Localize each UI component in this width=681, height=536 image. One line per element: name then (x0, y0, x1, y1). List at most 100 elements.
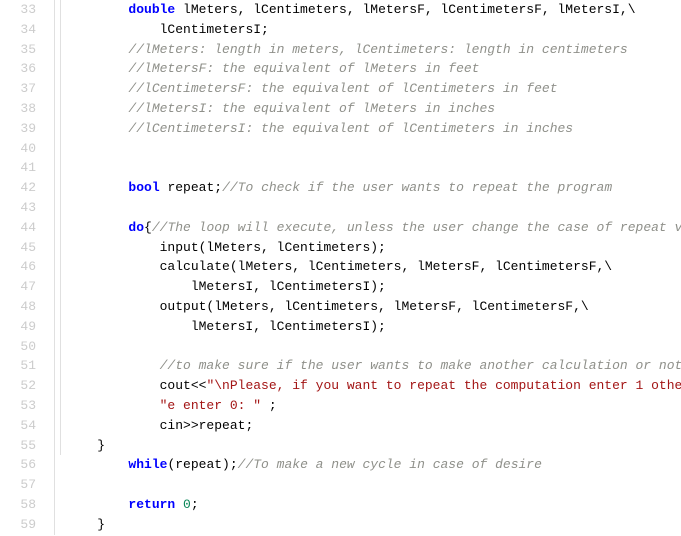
code-line[interactable]: bool repeat;//To check if the user wants… (66, 178, 681, 198)
token-ident: input(lMeters, lCentimeters); (160, 240, 386, 255)
token-comment: //to make sure if the user wants to make… (160, 358, 681, 373)
line-number: 47 (0, 277, 36, 297)
indent (66, 218, 128, 238)
token-comment: //To make a new cycle in case of desire (238, 457, 542, 472)
fold-guide-line (60, 0, 61, 455)
token-ident: cin>>repeat; (160, 418, 254, 433)
indent (66, 99, 128, 119)
indent (66, 178, 128, 198)
token-comment: //The loop will execute, unless the user… (152, 220, 681, 235)
line-number: 59 (0, 515, 36, 535)
token-kw: return (128, 497, 175, 512)
line-number: 57 (0, 475, 36, 495)
line-number: 54 (0, 416, 36, 436)
code-line[interactable]: //lMetersI: the equivalent of lMeters in… (66, 99, 681, 119)
line-number: 33 (0, 0, 36, 20)
token-ident: output(lMeters, lCentimeters, lMetersF, … (160, 299, 589, 314)
token-ident: lMeters, lCentimeters, lMetersF, lCentim… (175, 2, 635, 17)
token-ident: cout<< (160, 378, 207, 393)
token-ident (175, 497, 183, 512)
code-line[interactable]: return 0; (66, 495, 681, 515)
fold-guide-line (54, 0, 55, 535)
indent (66, 40, 128, 60)
code-line[interactable]: } (66, 436, 681, 456)
line-number: 41 (0, 158, 36, 178)
token-kw: do (128, 220, 144, 235)
indent (66, 495, 128, 515)
code-line[interactable]: //lMetersF: the equivalent of lMeters in… (66, 59, 681, 79)
token-comment: //lMetersI: the equivalent of lMeters in… (128, 101, 495, 116)
indent (66, 317, 191, 337)
line-number: 36 (0, 59, 36, 79)
token-num: 0 (183, 497, 191, 512)
indent (66, 59, 128, 79)
line-number-gutter: 3334353637383940414243444546474849505152… (0, 0, 48, 536)
indent (66, 0, 128, 20)
indent (66, 238, 160, 258)
line-number: 43 (0, 198, 36, 218)
code-line[interactable]: lCentimetersI; (66, 20, 681, 40)
token-ident: calculate(lMeters, lCentimeters, lMeters… (160, 259, 612, 274)
token-str: "\nPlease, if you want to repeat the com… (206, 378, 681, 393)
code-line[interactable]: do{//The loop will execute, unless the u… (66, 218, 681, 238)
indent (66, 416, 160, 436)
code-line[interactable] (66, 139, 681, 159)
line-number: 40 (0, 139, 36, 159)
token-punc: } (97, 517, 105, 532)
code-line[interactable]: //lMeters: length in meters, lCentimeter… (66, 40, 681, 60)
line-number: 49 (0, 317, 36, 337)
token-punc: ; (191, 497, 199, 512)
code-line[interactable]: calculate(lMeters, lCentimeters, lMeters… (66, 257, 681, 277)
code-line[interactable]: //lCentimetersI: the equivalent of lCent… (66, 119, 681, 139)
code-line[interactable] (66, 475, 681, 495)
indent (66, 396, 160, 416)
line-number: 53 (0, 396, 36, 416)
code-line[interactable] (66, 158, 681, 178)
token-comment: //lMetersF: the equivalent of lMeters in… (128, 61, 479, 76)
indent (66, 79, 128, 99)
code-line[interactable]: lMetersI, lCentimetersI); (66, 317, 681, 337)
line-number: 58 (0, 495, 36, 515)
line-number: 55 (0, 436, 36, 456)
line-number: 48 (0, 297, 36, 317)
token-comment: //lMeters: length in meters, lCentimeter… (128, 42, 627, 57)
code-line[interactable]: "e enter 0: " ; (66, 396, 681, 416)
code-line[interactable]: output(lMeters, lCentimeters, lMetersF, … (66, 297, 681, 317)
token-punc: { (144, 220, 152, 235)
indent (66, 297, 160, 317)
code-line[interactable]: while(repeat);//To make a new cycle in c… (66, 455, 681, 475)
code-line[interactable]: double lMeters, lCentimeters, lMetersF, … (66, 0, 681, 20)
code-line[interactable]: lMetersI, lCentimetersI); (66, 277, 681, 297)
code-line[interactable]: cin>>repeat; (66, 416, 681, 436)
token-punc: ; (261, 398, 277, 413)
line-number: 44 (0, 218, 36, 238)
indent (66, 436, 97, 456)
token-kw: double (128, 2, 175, 17)
indent (66, 257, 160, 277)
token-ident: lMetersI, lCentimetersI); (191, 279, 386, 294)
code-line[interactable]: cout<<"\nPlease, if you want to repeat t… (66, 376, 681, 396)
token-str: "e enter 0: " (160, 398, 261, 413)
token-kw: bool (128, 180, 159, 195)
token-comment: //lCentimetersF: the equivalent of lCent… (128, 81, 557, 96)
code-content-area[interactable]: double lMeters, lCentimeters, lMetersF, … (66, 0, 681, 536)
token-kw: while (128, 457, 167, 472)
token-comment: //lCentimetersI: the equivalent of lCent… (128, 121, 573, 136)
line-number: 39 (0, 119, 36, 139)
token-ident: lCentimetersI; (160, 22, 269, 37)
code-line[interactable]: input(lMeters, lCentimeters); (66, 238, 681, 258)
code-line[interactable]: } (66, 515, 681, 535)
code-line[interactable] (66, 198, 681, 218)
indent (66, 119, 128, 139)
code-editor[interactable]: 3334353637383940414243444546474849505152… (0, 0, 681, 536)
line-number: 50 (0, 337, 36, 357)
token-comment: //To check if the user wants to repeat t… (222, 180, 612, 195)
code-line[interactable]: //lCentimetersF: the equivalent of lCent… (66, 79, 681, 99)
code-line[interactable]: //to make sure if the user wants to make… (66, 356, 681, 376)
line-number: 35 (0, 40, 36, 60)
indent (66, 455, 128, 475)
token-ident: (repeat); (167, 457, 237, 472)
indent (66, 277, 191, 297)
code-line[interactable] (66, 337, 681, 357)
line-number: 34 (0, 20, 36, 40)
